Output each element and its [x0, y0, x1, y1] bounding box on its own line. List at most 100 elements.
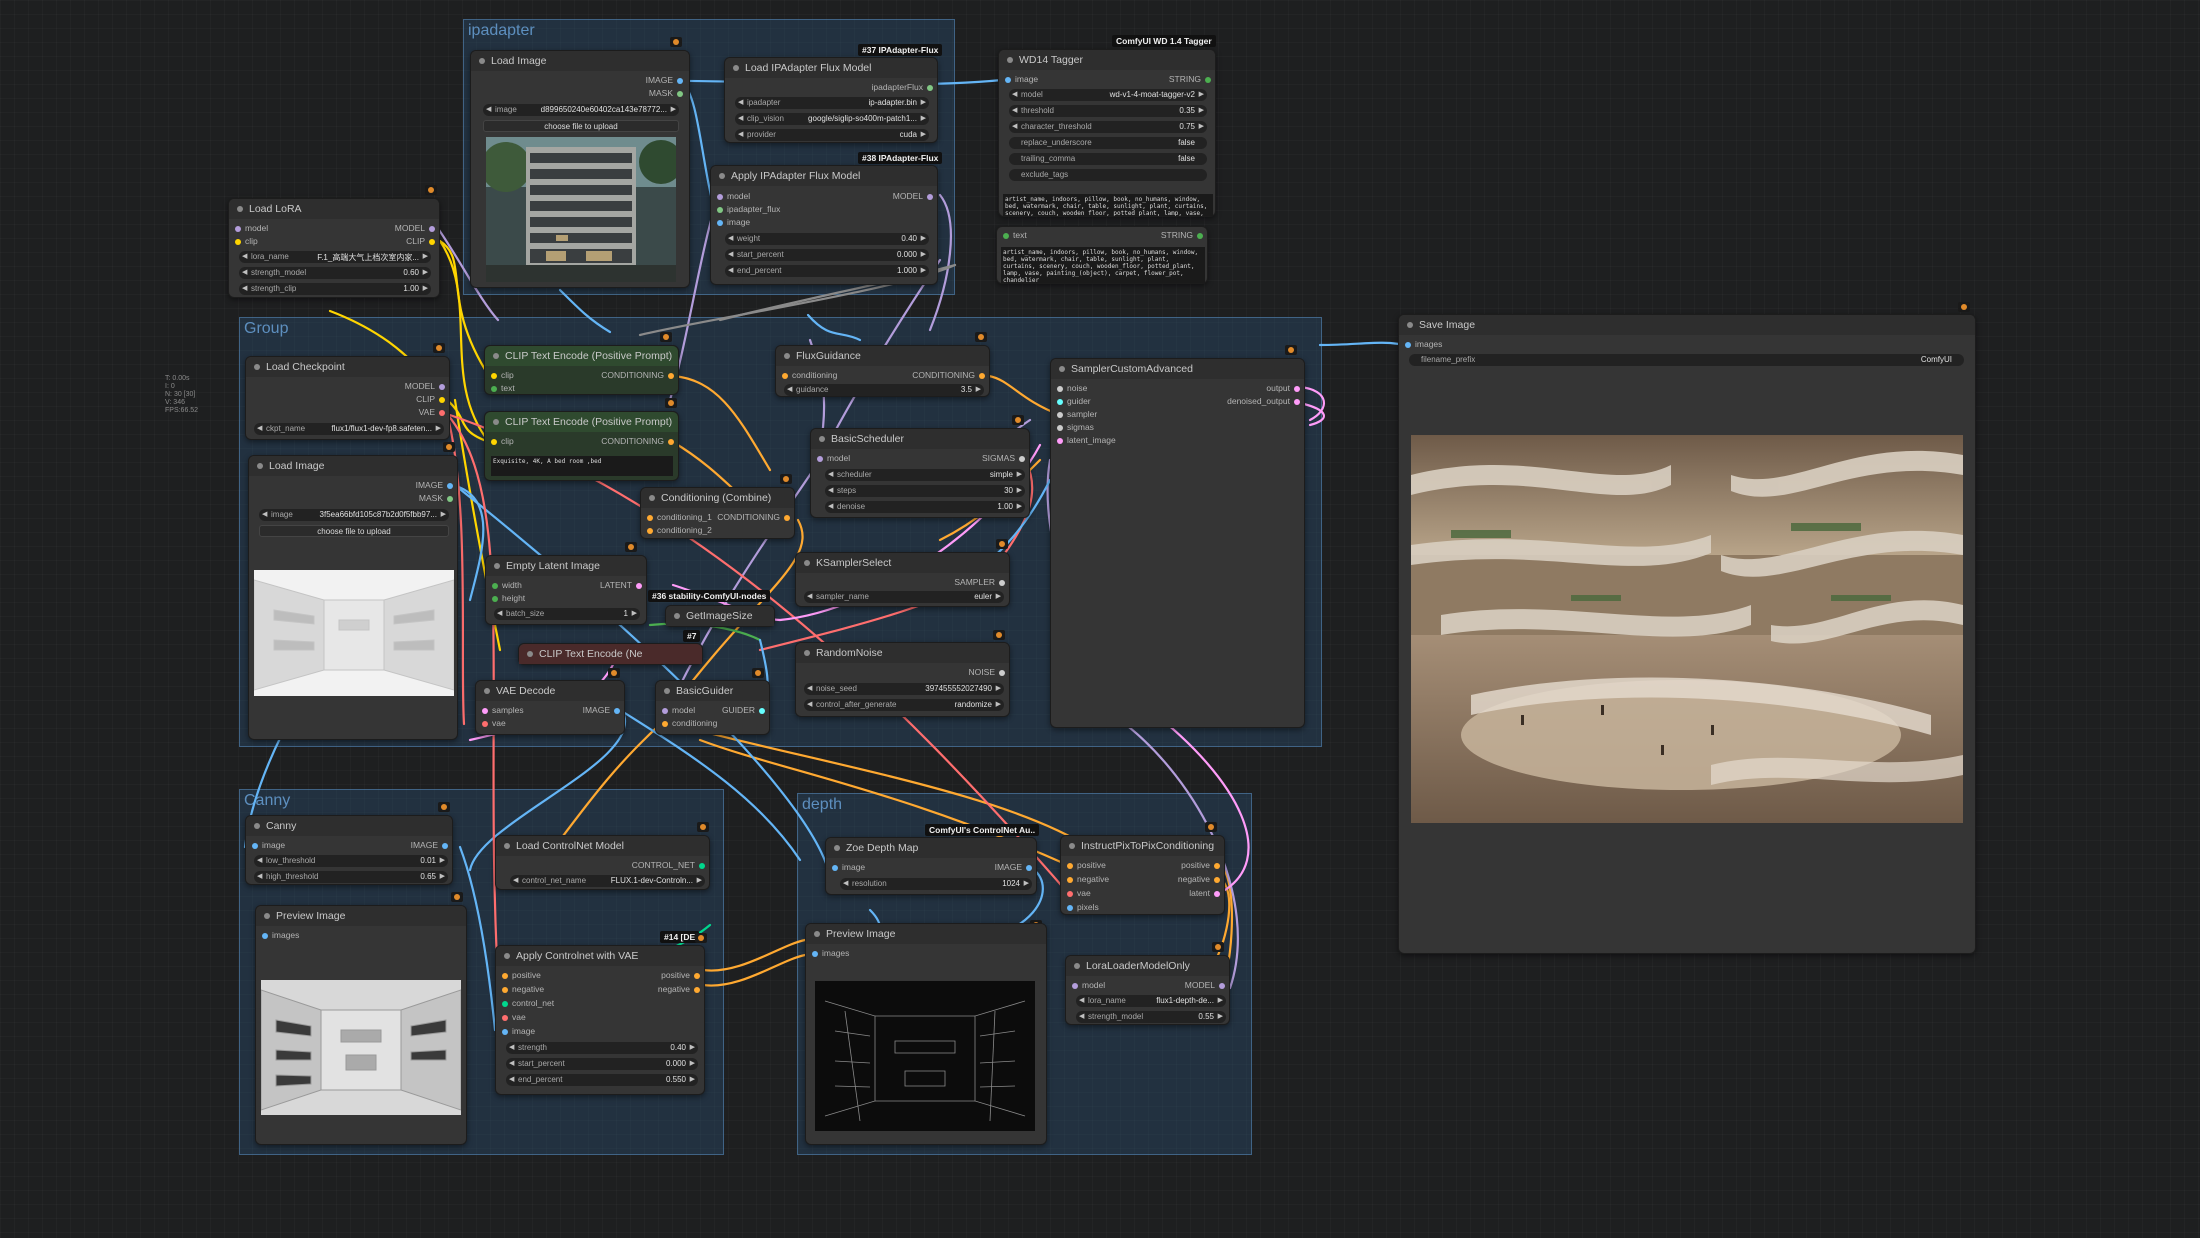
output-clip[interactable]: CLIP: [406, 236, 435, 246]
collapse-dot-icon[interactable]: [237, 206, 243, 212]
end-percent-slider[interactable]: ◀ end_percent 1.000 ▶: [725, 265, 929, 277]
input-image[interactable]: image: [715, 217, 750, 227]
input-sigmas[interactable]: sigmas: [1055, 422, 1094, 432]
input-image[interactable]: image: [250, 840, 285, 850]
input-conditioning-1[interactable]: conditioning_1: [645, 512, 712, 522]
control-after-generate-select[interactable]: ◀ control_after_generate randomize ▶: [804, 699, 1004, 711]
node-random-noise[interactable]: RandomNoise NOISE ◀ noise_seed 39745555202…: [795, 642, 1010, 717]
input-model[interactable]: model: [1070, 980, 1105, 990]
collapse-dot-icon[interactable]: [649, 495, 655, 501]
node-basic-scheduler[interactable]: BasicScheduler model SIGMAS ◀ scheduler si…: [810, 428, 1030, 518]
start-percent-slider[interactable]: ◀ start_percent 0.000 ▶: [725, 249, 929, 261]
output-image[interactable]: IMAGE: [646, 75, 683, 85]
collapse-dot-icon[interactable]: [804, 560, 810, 566]
output-image[interactable]: IMAGE: [995, 862, 1032, 872]
output-conditioning[interactable]: CONDITIONING: [601, 436, 674, 446]
denoise-slider[interactable]: ◀ denoise 1.00 ▶: [825, 501, 1025, 513]
weight-slider[interactable]: ◀ weight 0.40 ▶: [725, 233, 929, 245]
output-model[interactable]: MODEL: [893, 191, 933, 201]
input-pixels[interactable]: pixels: [1065, 902, 1099, 912]
collapse-dot-icon[interactable]: [264, 913, 270, 919]
input-height[interactable]: height: [490, 593, 525, 603]
output-string[interactable]: STRING: [1169, 74, 1211, 84]
controlnet-select[interactable]: ◀ control_net_name FLUX.1-dev-Controln... ▶: [510, 875, 705, 887]
output-output[interactable]: output: [1266, 383, 1300, 393]
collapse-dot-icon[interactable]: [733, 65, 739, 71]
node-wd14-tagger[interactable]: WD14 Tagger image STRING ◀ model wd-v1-4-m…: [998, 49, 1216, 217]
output-guider[interactable]: GUIDER: [722, 705, 765, 715]
output-string[interactable]: STRING: [1161, 230, 1203, 240]
node-conditioning-combine[interactable]: Conditioning (Combine) conditioning_1 co…: [640, 487, 795, 539]
node-show-text[interactable]: text STRING artist_name, indoors, pillow…: [996, 226, 1208, 284]
low-threshold-slider[interactable]: ◀ low_threshold 0.01 ▶: [254, 855, 448, 867]
output-negative[interactable]: negative: [1178, 874, 1220, 884]
node-zoe-depth[interactable]: Zoe Depth Map image IMAGE ◀ resolution 102…: [825, 837, 1037, 895]
output-denoised[interactable]: denoised_output: [1227, 396, 1300, 406]
input-images[interactable]: images: [810, 948, 849, 958]
node-load-controlnet[interactable]: Load ControlNet Model CONTROL_NET ◀ contr…: [495, 835, 710, 890]
output-control-net[interactable]: CONTROL_NET: [632, 860, 705, 870]
node-apply-ipadapter[interactable]: Apply IPAdapter Flux Model model ipadapt…: [710, 165, 938, 285]
sampler-select[interactable]: ◀ sampler_name euler ▶: [804, 591, 1004, 603]
input-width[interactable]: width: [490, 580, 522, 590]
input-ipadapter[interactable]: ipadapter_flux: [715, 204, 780, 214]
input-clip[interactable]: clip: [489, 436, 514, 446]
input-text[interactable]: text: [489, 383, 515, 393]
node-clip-encode-pos-1[interactable]: CLIP Text Encode (Positive Prompt) clip …: [484, 345, 679, 395]
node-instruct-pix2pix[interactable]: InstructPixToPixConditioning positive ne…: [1060, 835, 1225, 915]
output-conditioning[interactable]: CONDITIONING: [601, 370, 674, 380]
node-lora-loader-model-only[interactable]: LoraLoaderModelOnly model MODEL ◀ lora_na…: [1065, 955, 1230, 1025]
provider-select[interactable]: ◀ provider cuda ▶: [735, 129, 929, 141]
model-select[interactable]: ◀ model wd-v1-4-moat-tagger-v2 ▶: [1009, 89, 1207, 101]
node-load-lora[interactable]: Load LoRA model clip MODEL CLIP ◀ lora_na…: [228, 198, 440, 298]
collapse-dot-icon[interactable]: [494, 563, 500, 569]
input-image[interactable]: image: [1003, 74, 1038, 84]
node-flux-guidance[interactable]: FluxGuidance conditioning CONDITIONING ◀…: [775, 345, 990, 397]
input-positive[interactable]: positive: [1065, 860, 1106, 870]
input-conditioning[interactable]: conditioning: [780, 370, 837, 380]
input-conditioning-2[interactable]: conditioning_2: [645, 525, 712, 535]
input-images[interactable]: images: [260, 930, 299, 940]
clip-vision-select[interactable]: ◀ clip_vision google/siglip-so400m-patch1.…: [735, 113, 929, 125]
input-control-net[interactable]: control_net: [500, 998, 554, 1008]
collapse-dot-icon[interactable]: [819, 436, 825, 442]
input-clip[interactable]: clip: [489, 370, 514, 380]
output-latent[interactable]: LATENT: [600, 580, 642, 590]
output-model[interactable]: MODEL: [405, 381, 445, 391]
input-images[interactable]: images: [1403, 339, 1442, 349]
node-canny[interactable]: Canny image IMAGE ◀ low_threshold 0.01 ▶ ◀ h…: [245, 815, 453, 885]
node-load-image-top[interactable]: Load Image IMAGE MASK ◀ image d899650240e6…: [470, 50, 690, 288]
input-model[interactable]: model: [233, 223, 268, 233]
node-load-image-mid[interactable]: Load Image IMAGE MASK ◀ image 3f5ea66bfd10…: [248, 455, 458, 740]
node-preview-image-canny[interactable]: Preview Image images: [255, 905, 467, 1145]
upload-button[interactable]: choose file to upload: [259, 525, 449, 537]
collapse-dot-icon[interactable]: [1007, 57, 1013, 63]
output-model[interactable]: MODEL: [395, 223, 435, 233]
node-save-image[interactable]: Save Image images filename_prefix ComfyUI: [1398, 314, 1976, 954]
collapse-dot-icon[interactable]: [1069, 843, 1075, 849]
output-vae[interactable]: VAE: [419, 407, 445, 417]
input-vae[interactable]: vae: [1065, 888, 1091, 898]
output-mask[interactable]: MASK: [419, 493, 453, 503]
node-vae-decode[interactable]: VAE Decode samples vae IMAGE: [475, 680, 625, 735]
output-image[interactable]: IMAGE: [583, 705, 620, 715]
collapse-dot-icon[interactable]: [1074, 963, 1080, 969]
output-noise[interactable]: NOISE: [969, 667, 1005, 677]
output-mask[interactable]: MASK: [649, 88, 683, 98]
threshold-slider[interactable]: ◀ threshold 0.35 ▶: [1009, 105, 1207, 117]
node-sampler-custom-advanced[interactable]: SamplerCustomAdvanced noise guider sampl…: [1050, 358, 1305, 728]
node-ksampler-select[interactable]: KSamplerSelect SAMPLER ◀ sampler_name eule…: [795, 552, 1010, 607]
collapse-dot-icon[interactable]: [504, 953, 510, 959]
node-empty-latent[interactable]: Empty Latent Image width height LATENT ◀…: [485, 555, 647, 625]
node-load-ipadapter[interactable]: Load IPAdapter Flux Model ipadapterFlux …: [724, 57, 938, 143]
input-sampler[interactable]: sampler: [1055, 409, 1097, 419]
output-positive[interactable]: positive: [1181, 860, 1220, 870]
output-conditioning[interactable]: CONDITIONING: [912, 370, 985, 380]
collapse-dot-icon[interactable]: [804, 650, 810, 656]
input-negative[interactable]: negative: [500, 984, 544, 994]
input-model[interactable]: model: [715, 191, 750, 201]
collapse-dot-icon[interactable]: [493, 353, 499, 359]
collapse-dot-icon[interactable]: [814, 931, 820, 937]
input-clip[interactable]: clip: [233, 236, 258, 246]
input-model[interactable]: model: [815, 453, 850, 463]
